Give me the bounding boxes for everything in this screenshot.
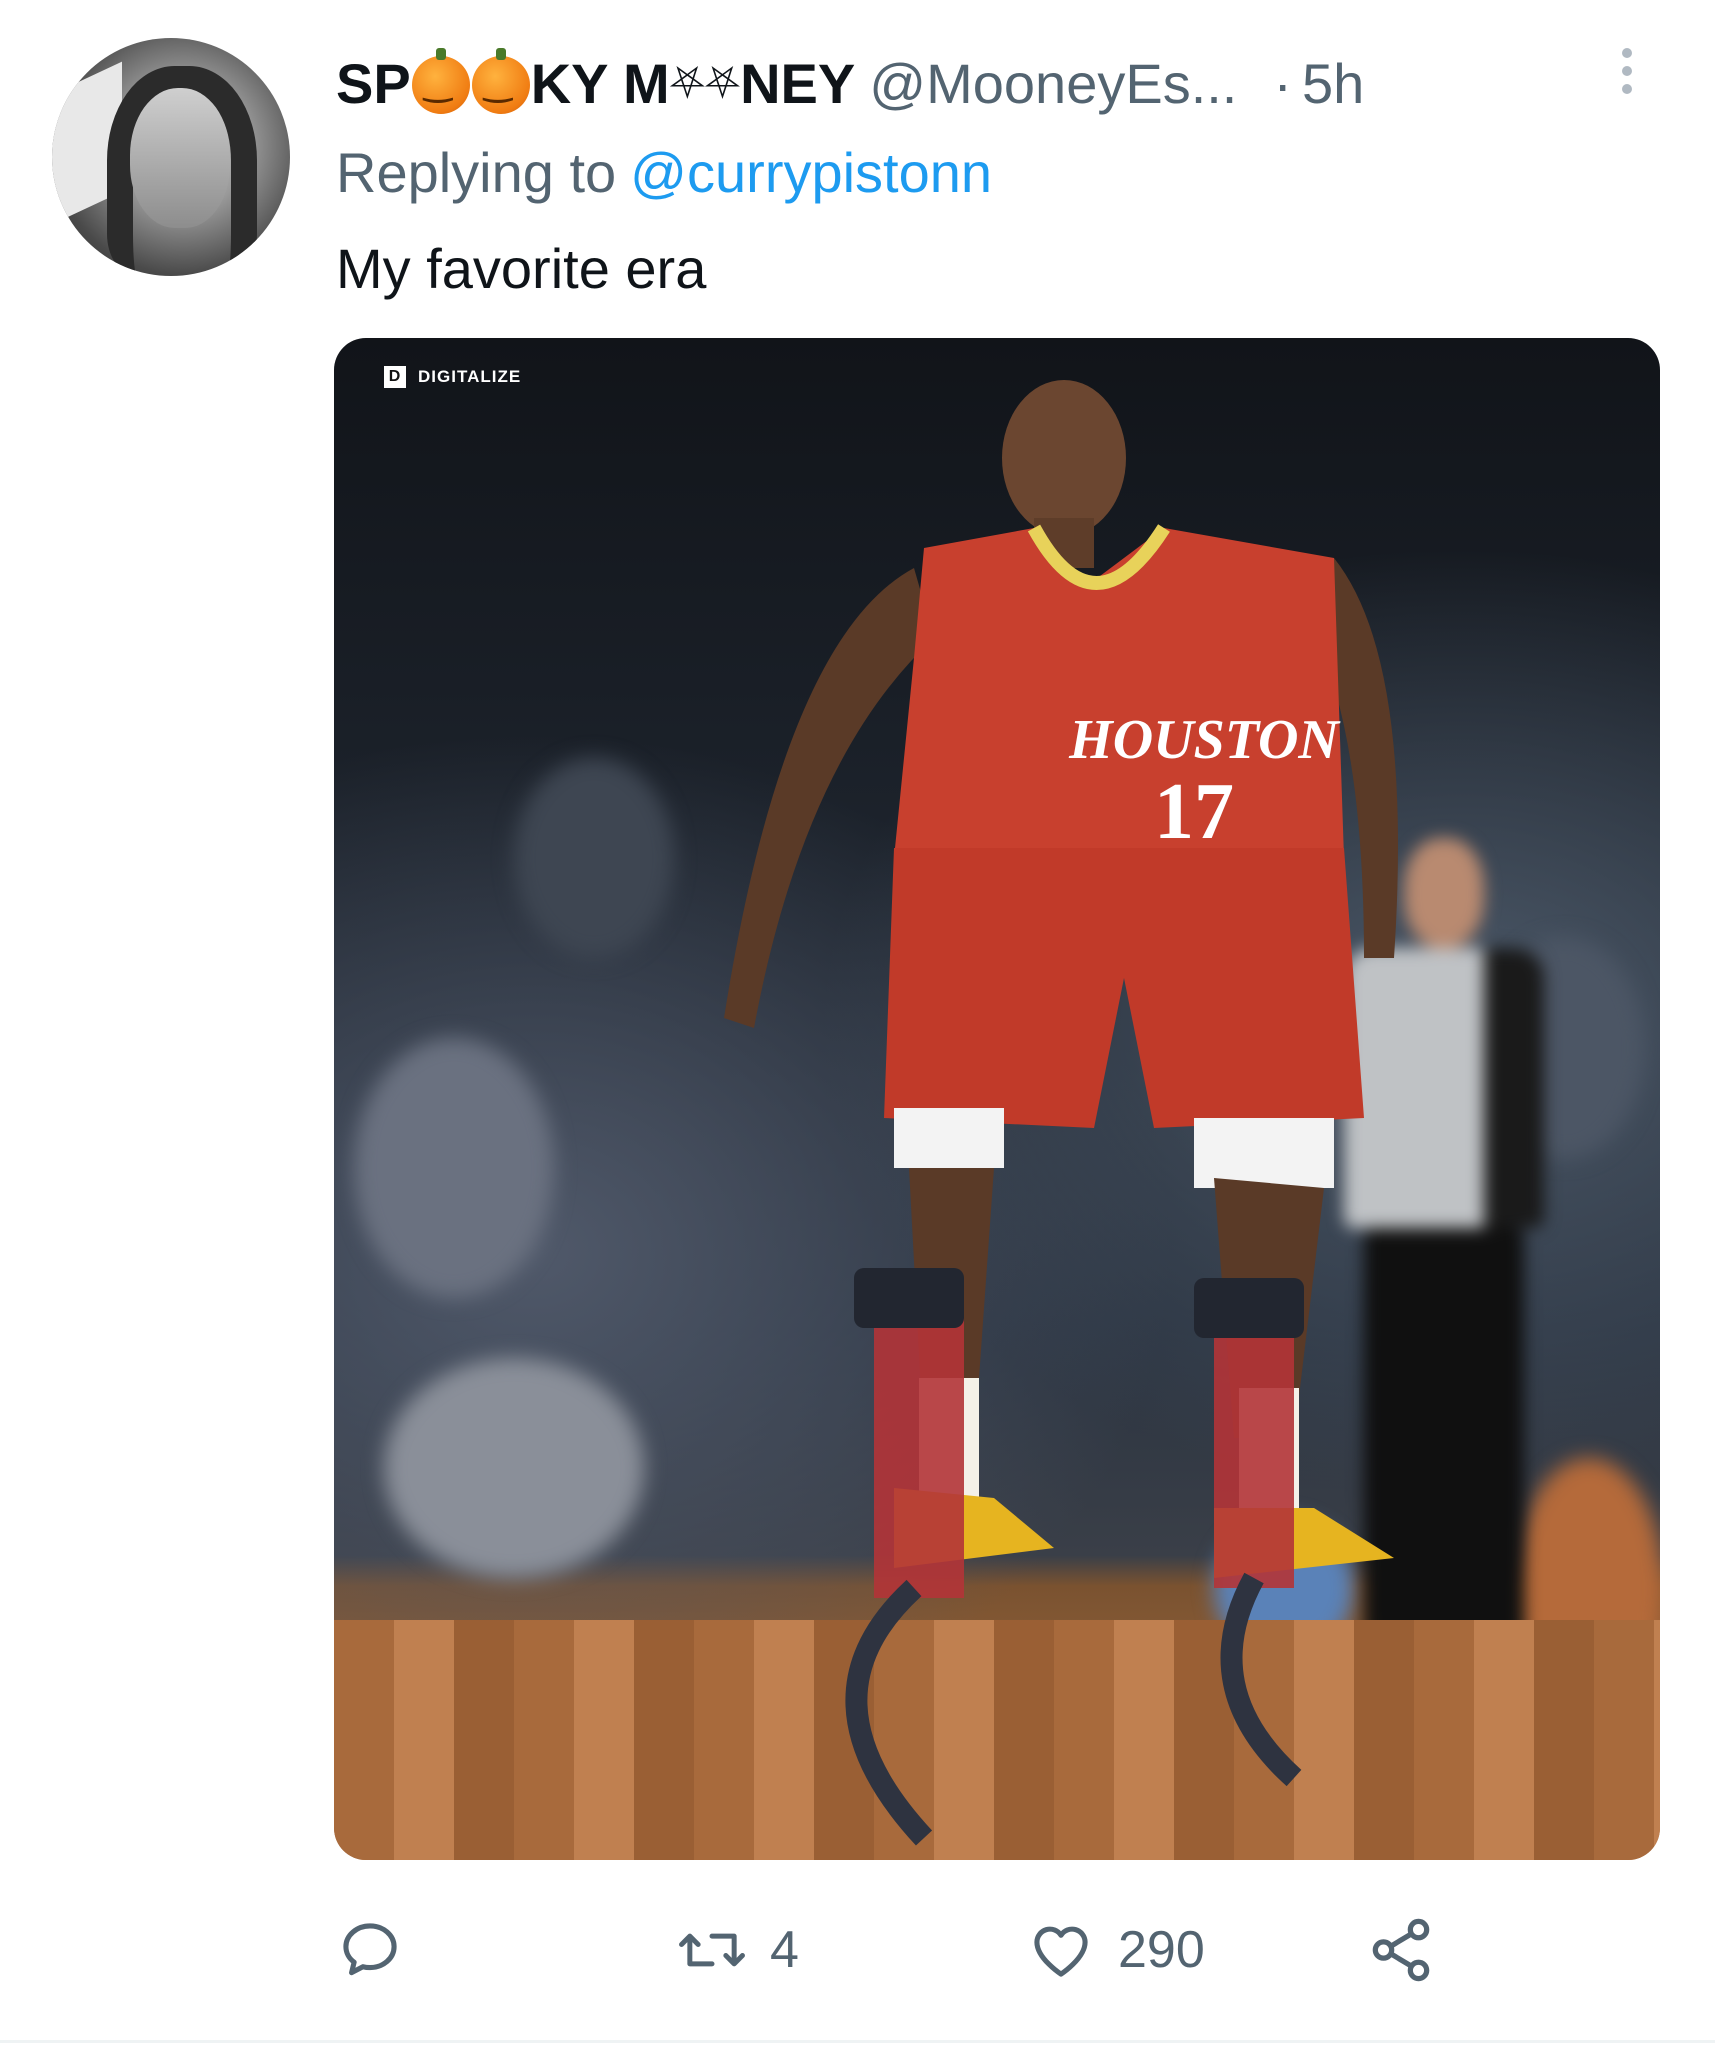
tweet-timestamp[interactable]: 5h [1302, 51, 1364, 116]
jersey-number: 17 [1154, 768, 1234, 856]
pumpkin-emoji-icon [411, 48, 470, 114]
separator-dot: · [1273, 51, 1293, 115]
replying-prefix: Replying to [336, 141, 617, 204]
pumpkin-emoji-icon [471, 48, 530, 114]
more-options-icon[interactable] [1615, 44, 1639, 106]
retweet-count: 4 [770, 1921, 799, 1979]
tweet-text: My favorite era [336, 237, 707, 300]
replying-to-line: Replying to @currypistonn [336, 140, 992, 205]
like-count: 290 [1118, 1921, 1205, 1979]
author-avatar[interactable] [52, 38, 290, 276]
tweet-header: SP KY M ⛧ ⛧ NEY @MooneyEs... · 5h [336, 48, 1364, 118]
retweet-icon [679, 1933, 745, 1967]
speech-bubble-icon [343, 1923, 397, 1976]
heart-icon [1034, 1926, 1088, 1977]
pentagram-icon: ⛧ [704, 57, 741, 109]
divider [0, 2040, 1715, 2043]
author-name[interactable]: SP KY M ⛧ ⛧ NEY [336, 48, 855, 116]
like-button[interactable]: 290 [1026, 1910, 1205, 1990]
author-handle[interactable]: @MooneyEs... [869, 51, 1237, 116]
share-button[interactable] [1366, 1910, 1436, 1990]
player-on-pogo-stilts: HOUSTON 17 [724, 380, 1398, 1846]
digitalize-logo-icon: D [384, 366, 406, 388]
tweet-media-image[interactable]: HOUSTON 17 D DIGITALIZE [334, 338, 1660, 1860]
digitalize-watermark: D DIGITALIZE [384, 366, 521, 388]
pentagram-icon: ⛧ [669, 57, 705, 109]
jersey-text: HOUSTON [1068, 709, 1341, 771]
tweet-action-bar: 4 290 [336, 1910, 1466, 1990]
share-icon [1372, 1918, 1430, 1982]
reply-mention-link[interactable]: @currypistonn [630, 141, 992, 204]
reply-button[interactable] [336, 1910, 404, 1990]
retweet-button[interactable]: 4 [676, 1910, 799, 1990]
